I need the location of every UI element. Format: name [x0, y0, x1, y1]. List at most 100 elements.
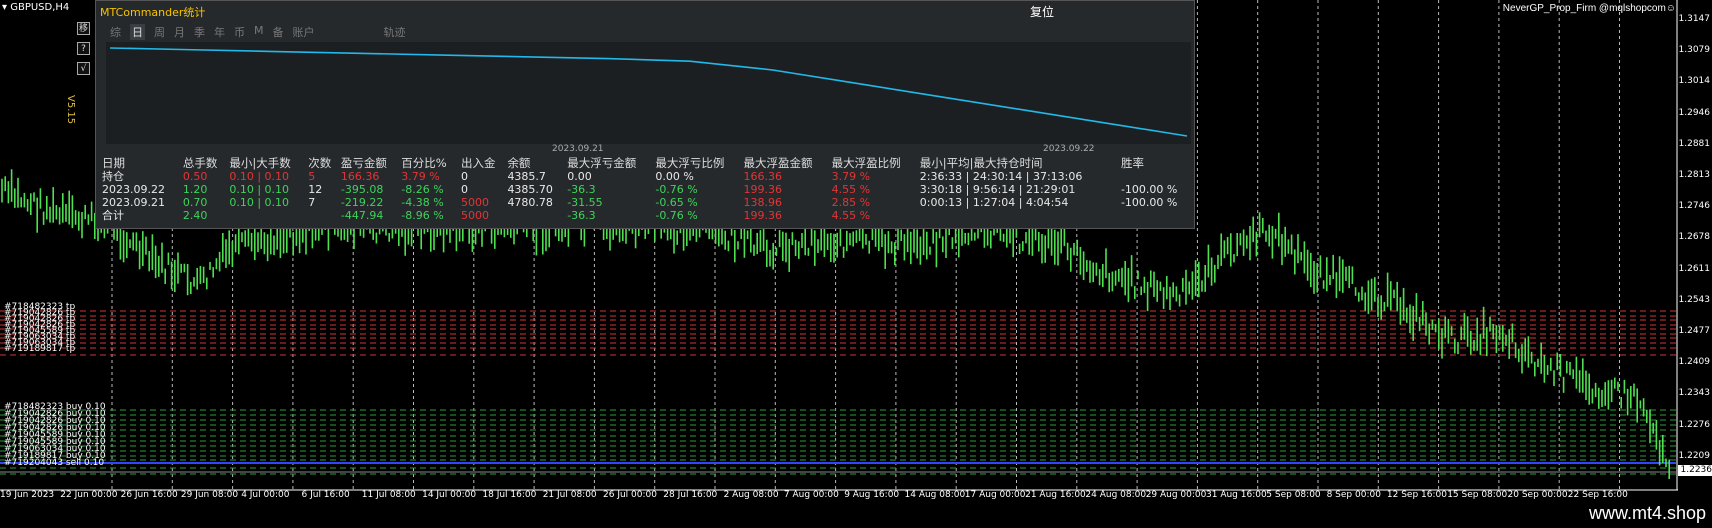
- stats-cell: 5: [308, 170, 316, 183]
- price-axis: 1.3147 1.3079 1.3014 1.2946 1.2881 1.2813 1.27…: [1678, 0, 1712, 490]
- tab-4[interactable]: 季: [194, 24, 205, 40]
- stats-cell: 持仓: [102, 170, 124, 183]
- date-tick: 8 Sep 00:00: [1326, 490, 1381, 500]
- stats-cell: 0.70: [182, 196, 208, 209]
- tab-6[interactable]: 币: [234, 24, 245, 40]
- restore-button[interactable]: 复位: [1030, 3, 1054, 20]
- stats-cell: 3.79 %: [831, 170, 871, 183]
- stats-cell: 166.36: [743, 170, 782, 183]
- col-header-5: 百分比%: [401, 156, 447, 170]
- stats-cell: -0.76 %: [655, 209, 698, 222]
- date-tick: 17 Aug 00:00: [964, 490, 1026, 500]
- stats-cell: 0.10 | 0.10: [229, 183, 290, 196]
- date-axis: 19 Jun 2023 22 Jun 00:00 26 Jun 16:00 29 Ju…: [0, 490, 1678, 502]
- col-header-8: 最大浮亏金额: [567, 156, 637, 170]
- tab-8[interactable]: 备: [273, 24, 284, 40]
- stats-cell: 2023.09.21: [102, 196, 165, 209]
- price-tick: 1.2881: [1678, 138, 1711, 149]
- stats-cell: 138.96: [743, 196, 782, 209]
- equity-date-start: 2023.09.21: [552, 144, 604, 154]
- stats-cell: 0.10 | 0.10: [229, 196, 290, 209]
- tab-3[interactable]: 月: [174, 24, 185, 40]
- stats-cell: -100.00 %: [1120, 183, 1178, 196]
- stats-cell: -36.3: [567, 209, 596, 222]
- stats-cell: 4.55 %: [831, 209, 871, 222]
- stats-table: 日期 总手数 最小|大手数 次数 盈亏金额 百分比% 出入金 余额 最大浮亏金额 最大浮亏比例 最大…: [100, 156, 1192, 223]
- symbol-label[interactable]: ▾ GBPUSD,H4: [2, 2, 69, 13]
- panel-title: MTCommander统计: [100, 6, 206, 19]
- equity-date-end: 2023.09.22: [1043, 144, 1095, 154]
- stats-row: 2023.09.21 0.70 0.10 | 0.10 7 -219.22 -4.38 %…: [100, 196, 1192, 209]
- stats-cell: -219.22: [340, 196, 384, 209]
- date-tick: 18 Jul 16:00: [482, 490, 537, 500]
- price-tick: 1.2678: [1678, 232, 1711, 243]
- date-tick: 29 Aug 00:00: [1145, 490, 1207, 500]
- date-tick: 14 Aug 08:00: [904, 490, 966, 500]
- col-header-10: 最大浮盈金额: [743, 156, 813, 170]
- help-button[interactable]: ?: [77, 42, 90, 55]
- stats-cell: -447.94: [340, 209, 384, 222]
- stats-panel[interactable]: MTCommander统计 复位 综日周月季年币 M 备账户 轨迹 2023.09.2…: [95, 0, 1195, 229]
- date-tick: 26 Jun 16:00: [120, 490, 178, 500]
- stats-cell: 0.00: [567, 170, 592, 183]
- stats-cell: -0.65 %: [655, 196, 698, 209]
- stats-cell: 2.40: [182, 209, 208, 222]
- stats-cell: -8.96 %: [401, 209, 444, 222]
- tab-1[interactable]: 日: [130, 24, 145, 40]
- col-header-0: 日期: [102, 156, 125, 170]
- check-button[interactable]: √: [77, 62, 90, 75]
- stats-cell: 0.10 | 0.10: [229, 170, 290, 183]
- col-header-12: 最小|平均|最大持仓时间: [919, 156, 1043, 170]
- date-tick: 22 Sep 16:00: [1567, 490, 1628, 500]
- stats-cell: 0:00:13 | 1:27:04 | 4:04:54: [919, 196, 1069, 209]
- date-tick: 19 Jun 2023: [0, 490, 55, 500]
- tab-10[interactable]: 轨迹: [384, 24, 406, 40]
- col-header-11: 最大浮盈比例: [831, 156, 901, 170]
- current-price-label: 1.2236: [1678, 465, 1712, 476]
- price-tick: 1.2409: [1678, 357, 1711, 368]
- stats-cell: 2023.09.22: [102, 183, 165, 196]
- price-tick: 1.2343: [1678, 388, 1711, 399]
- price-tick: 1.3079: [1678, 45, 1711, 56]
- date-tick: 26 Jul 00:00: [603, 490, 657, 500]
- date-tick: 21 Jul 08:00: [542, 490, 597, 500]
- tab-2[interactable]: 周: [154, 24, 165, 40]
- stats-cell: 199.36: [743, 183, 782, 196]
- date-tick: 22 Jun 00:00: [60, 490, 118, 500]
- symbol-text: GBPUSD,H4: [10, 2, 70, 13]
- date-tick: 4 Jul 00:00: [241, 490, 290, 500]
- col-header-6: 出入金: [460, 156, 496, 170]
- stats-cell: 3.79 %: [401, 170, 440, 183]
- stats-row: 持仓 0.50 0.10 | 0.10 5 166.36 3.79 % 0 4385.7 0.0…: [100, 170, 1192, 183]
- tab-7[interactable]: M: [254, 24, 264, 40]
- date-tick: 7 Aug 00:00: [783, 490, 839, 500]
- stats-cell: -8.26 %: [401, 183, 444, 196]
- tab-5[interactable]: 年: [214, 24, 225, 40]
- stats-cell: 1.20: [182, 183, 208, 196]
- stats-cell: 4780.78: [507, 196, 553, 209]
- price-tick: 1.2276: [1678, 419, 1711, 430]
- stats-cell: 12: [308, 183, 323, 196]
- stats-row: 合计 2.40 -447.94 -8.96 % 5000 -36.3 -0.76 % 199.…: [100, 209, 1192, 222]
- price-tick: 1.2611: [1678, 263, 1711, 274]
- col-header-13: 胜率: [1120, 156, 1144, 170]
- stats-cell: 7: [308, 196, 316, 209]
- stats-cell: [918, 209, 1119, 222]
- watermark: www.mt4.shop: [1588, 503, 1706, 523]
- date-tick: 29 Jun 08:00: [180, 490, 239, 500]
- date-tick: 2 Aug 08:00: [723, 490, 779, 500]
- stats-cell: -36.3: [567, 183, 596, 196]
- tab-9[interactable]: 账户: [293, 24, 315, 40]
- tab-0[interactable]: 综: [110, 24, 121, 40]
- stats-cell: [1119, 209, 1192, 222]
- price-tick: 1.3147: [1678, 14, 1711, 24]
- stats-cell: 199.36: [743, 209, 782, 222]
- move-button[interactable]: 移: [77, 22, 90, 35]
- stats-cell: 5000: [460, 209, 489, 222]
- stats-cell: [306, 209, 339, 222]
- buy-order-label: #719204043 sell 0.10: [4, 458, 105, 468]
- col-header-2: 最小|大手数: [229, 156, 291, 170]
- stats-cell: [227, 209, 306, 222]
- stats-cell: 0: [460, 170, 468, 183]
- date-tick: 12 Sep 16:00: [1386, 490, 1447, 500]
